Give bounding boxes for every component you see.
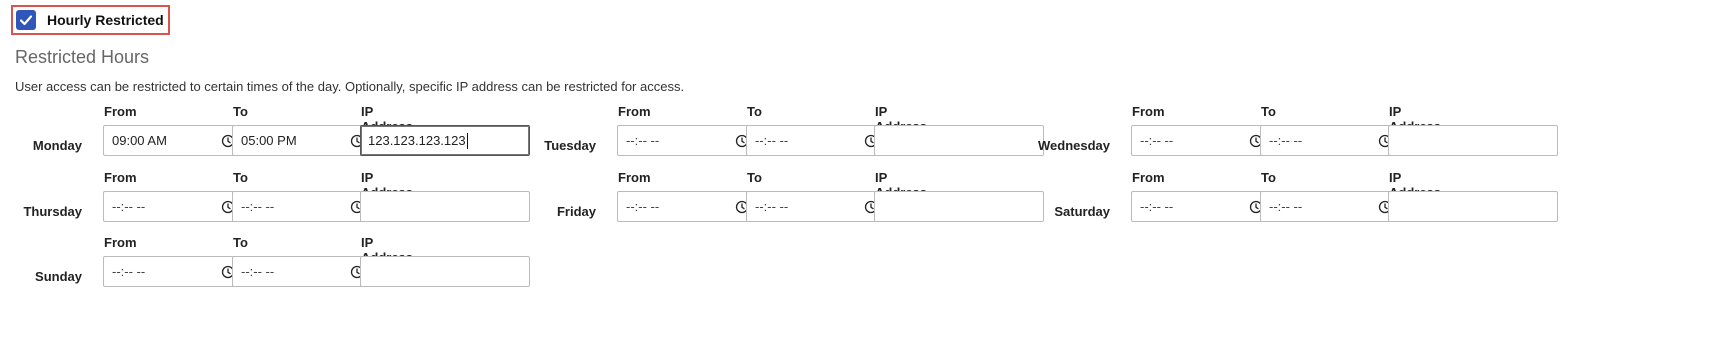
from-value: 09:00 AM bbox=[112, 133, 167, 148]
friday-from-input[interactable]: --:-- -- bbox=[617, 191, 759, 222]
thursday-from-input[interactable]: --:-- -- bbox=[103, 191, 245, 222]
hourly-restricted-label: Hourly Restricted bbox=[47, 12, 164, 28]
thursday-ip-input[interactable] bbox=[360, 191, 530, 222]
from-label: From bbox=[1132, 170, 1165, 185]
friday-to-input[interactable]: --:-- -- bbox=[746, 191, 888, 222]
sunday-ip-input[interactable] bbox=[360, 256, 530, 287]
from-value: --:-- -- bbox=[626, 199, 660, 214]
monday-from-input[interactable]: 09:00 AM bbox=[103, 125, 245, 156]
to-value: --:-- -- bbox=[1269, 133, 1303, 148]
day-name-wednesday: Wednesday bbox=[1038, 138, 1111, 153]
tuesday-ip-input[interactable] bbox=[874, 125, 1044, 156]
to-value: --:-- -- bbox=[1269, 199, 1303, 214]
to-label: To bbox=[233, 170, 248, 185]
from-label: From bbox=[618, 104, 651, 119]
hourly-restricted-checkbox[interactable] bbox=[16, 10, 36, 30]
day-name-saturday: Saturday bbox=[1054, 204, 1110, 219]
monday-ip-input[interactable]: 123.123.123.123 bbox=[360, 125, 530, 156]
from-value: --:-- -- bbox=[1140, 133, 1174, 148]
sunday-from-input[interactable]: --:-- -- bbox=[103, 256, 245, 287]
day-name-tuesday: Tuesday bbox=[544, 138, 596, 153]
saturday-ip-input[interactable] bbox=[1388, 191, 1558, 222]
from-value: --:-- -- bbox=[112, 199, 146, 214]
checkmark-icon bbox=[19, 15, 33, 26]
day-name-sunday: Sunday bbox=[35, 269, 82, 284]
to-label: To bbox=[233, 235, 248, 250]
friday-ip-input[interactable] bbox=[874, 191, 1044, 222]
to-value: --:-- -- bbox=[241, 199, 275, 214]
from-label: From bbox=[104, 104, 137, 119]
hourly-restricted-toggle[interactable]: Hourly Restricted bbox=[11, 5, 170, 35]
from-value: --:-- -- bbox=[626, 133, 660, 148]
from-label: From bbox=[1132, 104, 1165, 119]
sunday-to-input[interactable]: --:-- -- bbox=[232, 256, 374, 287]
to-label: To bbox=[233, 104, 248, 119]
to-value: --:-- -- bbox=[755, 199, 789, 214]
from-label: From bbox=[104, 235, 137, 250]
wednesday-ip-input[interactable] bbox=[1388, 125, 1558, 156]
section-description: User access can be restricted to certain… bbox=[15, 79, 685, 94]
wednesday-from-input[interactable]: --:-- -- bbox=[1131, 125, 1273, 156]
to-label: To bbox=[747, 170, 762, 185]
text-caret bbox=[466, 132, 468, 149]
section-title: Restricted Hours bbox=[15, 47, 150, 67]
to-value: --:-- -- bbox=[755, 133, 789, 148]
day-name-monday: Monday bbox=[32, 138, 82, 153]
tuesday-from-input[interactable]: --:-- -- bbox=[617, 125, 759, 156]
ip-value: 123.123.123.123 bbox=[368, 133, 466, 148]
monday-to-input[interactable]: 05:00 PM bbox=[232, 125, 374, 156]
saturday-from-input[interactable]: --:-- -- bbox=[1131, 191, 1273, 222]
day-name-thursday: Thursday bbox=[23, 204, 82, 219]
from-label: From bbox=[104, 170, 137, 185]
to-label: To bbox=[747, 104, 762, 119]
tuesday-to-input[interactable]: --:-- -- bbox=[746, 125, 888, 156]
saturday-to-input[interactable]: --:-- -- bbox=[1260, 191, 1402, 222]
from-value: --:-- -- bbox=[112, 264, 146, 279]
day-name-friday: Friday bbox=[556, 204, 596, 219]
to-label: To bbox=[1261, 170, 1276, 185]
to-value: 05:00 PM bbox=[241, 133, 297, 148]
to-label: To bbox=[1261, 104, 1276, 119]
from-value: --:-- -- bbox=[1140, 199, 1174, 214]
thursday-to-input[interactable]: --:-- -- bbox=[232, 191, 374, 222]
to-value: --:-- -- bbox=[241, 264, 275, 279]
from-label: From bbox=[618, 170, 651, 185]
wednesday-to-input[interactable]: --:-- -- bbox=[1260, 125, 1402, 156]
